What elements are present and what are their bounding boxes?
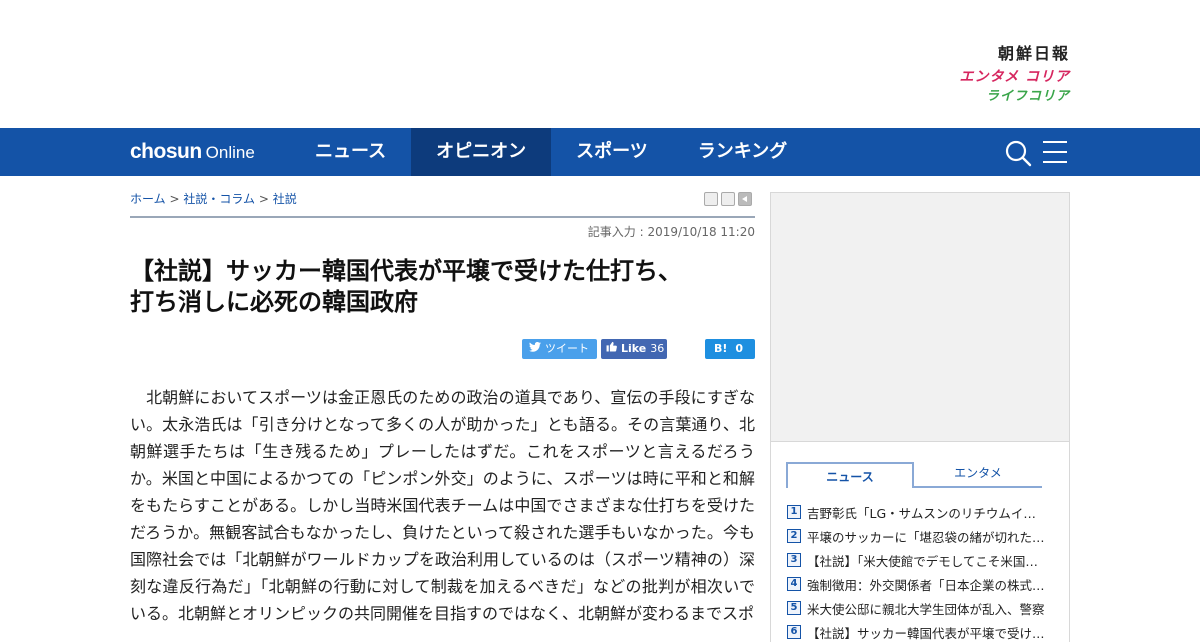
header-divider [130,216,755,218]
rank-title: 【社説】「米大使館でデモしてこそ米国に伝わる [807,553,1047,569]
nav-item-sports[interactable]: スポーツ [551,128,673,176]
article-body: 北朝鮮においてスポーツは金正恩氏のための政治の道具であり、宣伝の手段にすぎない。… [130,384,755,627]
tab-entame[interactable]: エンタメ [914,462,1042,488]
chosun-online-logo[interactable]: chosun Online [130,139,255,165]
article-paragraph: 北朝鮮においてスポーツは金正恩氏のための政治の道具であり、宣伝の手段にすぎない。… [130,384,755,627]
breadcrumb-home[interactable]: ホーム [130,192,166,206]
ad-placeholder [770,192,1070,442]
breadcrumb-separator: > [258,192,269,206]
hatena-count: 0 [735,342,744,355]
rank-title: 【社説】サッカー韓国代表が平壌で受けた仕打ち [807,625,1047,641]
facebook-like-button[interactable]: Like 36 [601,339,667,359]
article-text: 北朝鮮においてスポーツは金正恩氏のための政治の道具であり、宣伝の手段にすぎない。… [130,388,755,623]
like-count: 36 [650,342,665,355]
breadcrumb-section[interactable]: 社説・コラム [183,192,255,206]
nav-item-opinion[interactable]: オピニオン [411,128,552,176]
nav-item-news[interactable]: ニュース [290,128,411,176]
headline-line-2: 打ち消しに必死の韓国政府 [130,288,418,316]
article-headline: 【社説】サッカー韓国代表が平壌で受けた仕打ち、 打ち消しに必死の韓国政府 [130,256,755,318]
breadcrumb-current[interactable]: 社説 [273,192,297,206]
nav-item-ranking[interactable]: ランキング [673,128,812,176]
brand-links: 朝鮮日報 エンタメ コリア ライフコリア [910,44,1070,106]
ranking-tabs: ニュース エンタメ [786,462,1042,488]
hatena-bookmark-icon: B! [714,342,728,355]
rank-number: 5 [787,601,801,615]
rank-title: 強制徴用：外交関係者「日本企業の株式売却 [807,577,1047,593]
hatena-bookmark-button[interactable]: B! 0 [705,339,755,359]
ranking-item[interactable]: 3 【社説】「米大使館でデモしてこそ米国に伝わる [787,548,1049,572]
rank-number: 3 [787,553,801,567]
rank-number: 6 [787,625,801,639]
breadcrumb-separator: > [169,192,180,206]
rank-title: 平壌のサッカーに「堪忍袋の緒が切れた」韓国 [807,529,1047,545]
rank-title: 米大使公邸に親北大学生団体が乱入、警察 [807,601,1045,617]
tweet-label: ツイート [545,342,589,355]
ranking-item[interactable]: 2 平壌のサッカーに「堪忍袋の緒が切れた」韓国 [787,524,1049,548]
breadcrumb: ホーム > 社説・コラム > 社説 [130,190,297,207]
tab-news[interactable]: ニュース [786,462,914,488]
rank-number: 4 [787,577,801,591]
article-tools [704,192,752,206]
print-icon[interactable] [704,192,718,206]
hamburger-menu-icon[interactable] [1042,140,1068,164]
site-header: 朝鮮日報 エンタメ コリア ライフコリア [0,0,1200,128]
nav-menu: ニュース オピニオン スポーツ ランキング [290,128,812,176]
back-icon[interactable] [738,192,752,206]
rank-title: 吉野彰氏「LG・サムスンのリチウムイオン電池 [807,505,1047,521]
ranking-panel: ニュース エンタメ 1 吉野彰氏「LG・サムスンのリチウムイオン電池 2 平壌の… [770,442,1070,642]
ranking-list: 1 吉野彰氏「LG・サムスンのリチウムイオン電池 2 平壌のサッカーに「堪忍袋の… [787,500,1049,644]
list-icon[interactable] [721,192,735,206]
main-nav: chosun Online ニュース オピニオン スポーツ ランキング [0,128,1200,176]
logo-light-text: Online [205,143,255,162]
entame-korea-logo[interactable]: エンタメ コリア [910,66,1070,88]
ranking-item[interactable]: 5 米大使公邸に親北大学生団体が乱入、警察 [787,596,1049,620]
life-korea-logo[interactable]: ライフコリア [910,88,1070,106]
ranking-item[interactable]: 6 【社説】サッカー韓国代表が平壌で受けた仕打ち [787,620,1049,644]
chosun-ilbo-logo[interactable]: 朝鮮日報 [910,44,1070,64]
article-date: 記事入力 : 2019/10/18 11:20 [587,225,755,239]
ranking-item[interactable]: 1 吉野彰氏「LG・サムスンのリチウムイオン電池 [787,500,1049,524]
thumbs-up-icon [606,339,617,359]
search-icon[interactable] [1004,139,1032,167]
rank-number: 1 [787,505,801,519]
like-label: Like [621,342,647,355]
rank-number: 2 [787,529,801,543]
logo-bold-text: chosun [130,140,202,163]
headline-line-1: 【社説】サッカー韓国代表が平壌で受けた仕打ち、 [130,257,682,285]
tweet-button[interactable]: ツイート [522,339,597,359]
twitter-bird-icon [529,339,541,359]
ranking-item[interactable]: 4 強制徴用：外交関係者「日本企業の株式売却 [787,572,1049,596]
